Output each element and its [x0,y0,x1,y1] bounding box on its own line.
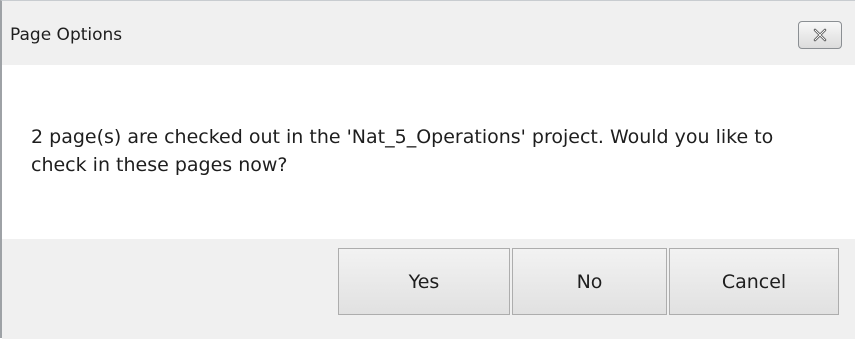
cancel-button[interactable]: Cancel [669,248,839,315]
yes-button[interactable]: Yes [338,248,510,315]
close-button[interactable] [798,21,842,49]
dialog-message: 2 page(s) are checked out in the 'Nat_5_… [31,126,774,176]
dialog-content: 2 page(s) are checked out in the 'Nat_5_… [2,65,855,239]
close-icon [812,27,828,43]
title-bar[interactable]: Page Options [2,1,855,65]
no-button[interactable]: No [512,248,667,315]
button-bar: Yes No Cancel [2,239,855,339]
dialog-title: Page Options [10,25,123,45]
page-options-dialog: Page Options 2 page(s) are checked out i… [0,0,855,339]
